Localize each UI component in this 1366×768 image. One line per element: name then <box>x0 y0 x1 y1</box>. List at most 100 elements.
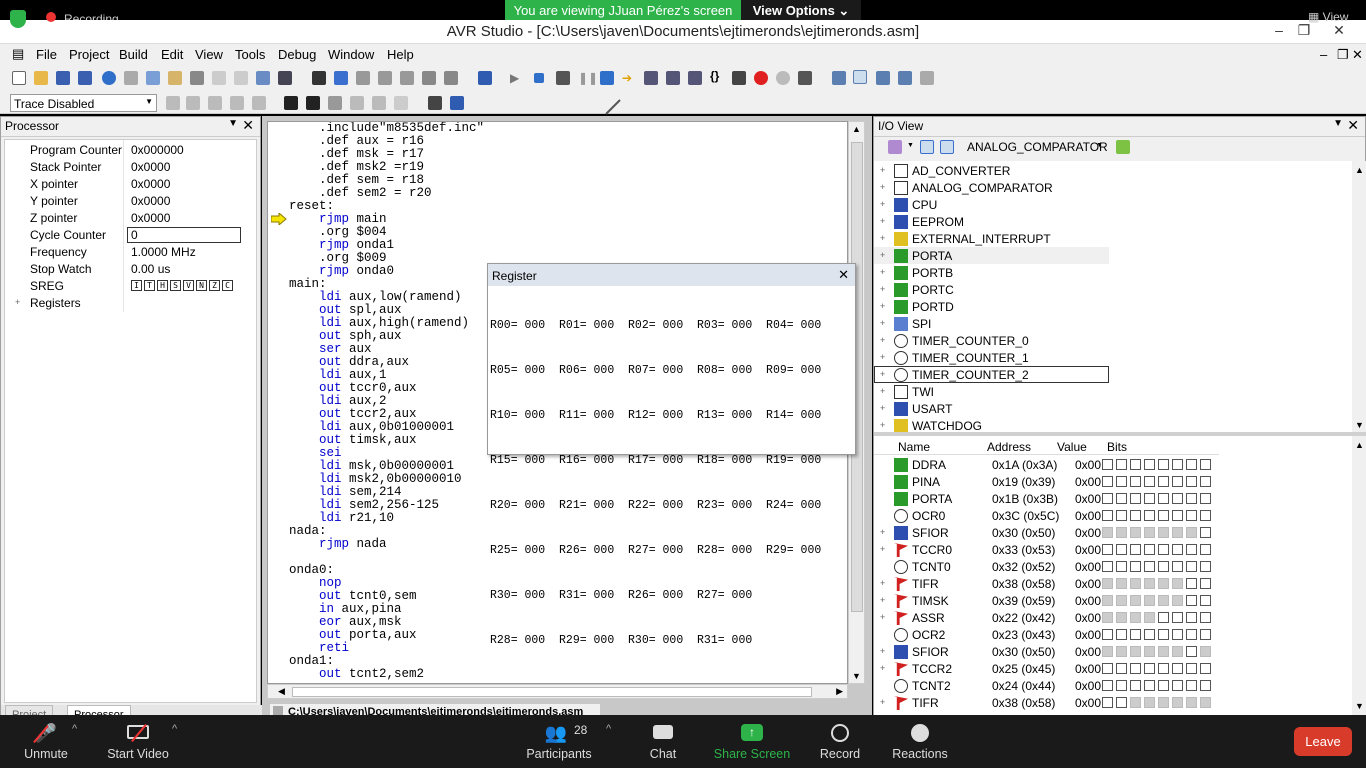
bit-checkbox[interactable] <box>1158 612 1169 623</box>
options-icon[interactable] <box>920 71 934 85</box>
run-icon[interactable]: ▶ <box>510 71 524 85</box>
module-select[interactable]: ANALOG_COMPARATOR ▼ <box>964 138 1108 156</box>
bit-checkbox[interactable] <box>1130 629 1141 640</box>
view-options-button[interactable]: View Options ⌄ <box>741 0 861 22</box>
bit-checkbox[interactable] <box>1144 680 1155 691</box>
scroll-right-icon[interactable]: ▶ <box>836 686 843 697</box>
io-register-row[interactable]: + ASSR 0x22 (0x42) 0x00 <box>874 609 1219 626</box>
start-video-button[interactable]: Start Video <box>104 715 172 768</box>
bit-checkbox[interactable] <box>1186 663 1197 674</box>
sreg-bit[interactable]: V <box>183 280 194 291</box>
bit-checkbox[interactable] <box>1102 493 1113 504</box>
expand-icon[interactable]: + <box>880 612 885 622</box>
filter-icon[interactable] <box>888 140 902 154</box>
io-tree-item[interactable]: + PORTC <box>874 281 1109 298</box>
view-button[interactable]: ▦ View <box>1308 10 1348 24</box>
filter-dropdown-icon[interactable]: ▼ <box>907 142 914 149</box>
pause-icon[interactable]: ❚❚ <box>578 71 598 85</box>
menu-file[interactable]: File <box>36 47 57 62</box>
bit-checkbox[interactable] <box>1186 561 1197 572</box>
bit-checkbox[interactable] <box>1186 680 1197 691</box>
bit-checkbox[interactable] <box>1102 510 1113 521</box>
bit-checkbox[interactable] <box>1186 459 1197 470</box>
io-register-row[interactable]: + TIFR 0x38 (0x58) 0x00 <box>874 575 1219 592</box>
scroll-up-icon[interactable]: ▲ <box>852 124 861 134</box>
bit-checkbox[interactable] <box>1186 612 1197 623</box>
bit-checkbox[interactable] <box>1102 459 1113 470</box>
expand-icon[interactable]: + <box>880 595 885 605</box>
bit-checkbox[interactable] <box>1102 697 1113 708</box>
bit-checkbox[interactable] <box>1116 680 1127 691</box>
bit-checkbox[interactable] <box>1144 510 1155 521</box>
expand-icon[interactable]: + <box>880 352 885 362</box>
bit-checkbox[interactable] <box>1158 510 1169 521</box>
bit-checkbox[interactable] <box>1200 561 1211 572</box>
io-register-row[interactable]: TCNT2 0x24 (0x44) 0x00 <box>874 677 1219 694</box>
bit-checkbox[interactable] <box>1130 459 1141 470</box>
outdent-icon[interactable] <box>444 71 458 85</box>
bit-checkbox[interactable] <box>1158 680 1169 691</box>
bit-checkbox[interactable] <box>1130 544 1141 555</box>
bookmark-icon[interactable] <box>334 71 348 85</box>
bit-checkbox[interactable] <box>1200 629 1211 640</box>
io-tree-item[interactable]: + USART <box>874 400 1109 417</box>
bit-checkbox[interactable] <box>1116 493 1127 504</box>
bit-checkbox[interactable] <box>1200 680 1211 691</box>
reset-icon[interactable] <box>556 71 570 85</box>
bit-checkbox[interactable] <box>1116 663 1127 674</box>
bit-checkbox[interactable] <box>1200 663 1211 674</box>
bit-checkbox[interactable] <box>1130 510 1141 521</box>
participants-options-icon[interactable]: ^ <box>606 723 611 735</box>
menu-tools[interactable]: Tools <box>235 47 265 62</box>
expand-icon[interactable]: + <box>880 420 885 430</box>
bit-checkbox[interactable] <box>1172 612 1183 623</box>
panel-dropdown-icon[interactable]: ▼ <box>228 118 238 129</box>
expand-icon[interactable]: + <box>880 301 885 311</box>
io-register-row[interactable]: + TCCR2 0x25 (0x45) 0x00 <box>874 660 1219 677</box>
expand-icon[interactable]: + <box>880 182 885 192</box>
io-register-row[interactable]: + SFIOR 0x30 (0x50) 0x00 <box>874 524 1219 541</box>
bit-checkbox[interactable] <box>1172 510 1183 521</box>
sreg-bit[interactable]: N <box>196 280 207 291</box>
bit-checkbox[interactable] <box>1200 544 1211 555</box>
bit-checkbox[interactable] <box>1172 680 1183 691</box>
paste-icon[interactable] <box>168 71 182 85</box>
app-menu-icon[interactable]: ▤ <box>12 46 24 62</box>
register-window-icon[interactable] <box>853 70 867 84</box>
video-options-icon[interactable]: ^ <box>172 723 177 735</box>
io-tree-item[interactable]: + TIMER_COUNTER_2 <box>874 366 1109 383</box>
bit-checkbox[interactable] <box>1116 544 1127 555</box>
panel-dropdown-icon[interactable]: ▼ <box>1333 118 1343 129</box>
chip-icon[interactable] <box>328 96 342 110</box>
editor-tab[interactable]: C:\Users\javen\Documents\ejtimeronds\ejt… <box>270 704 600 715</box>
processor-row-registers[interactable]: + Registers <box>9 295 259 312</box>
io-tree-item[interactable]: + TIMER_COUNTER_0 <box>874 332 1109 349</box>
build-icon[interactable] <box>478 71 492 85</box>
bit-checkbox[interactable] <box>1102 561 1113 572</box>
trace-select[interactable]: Trace Disabled ▼ <box>10 94 157 112</box>
menu-window[interactable]: Window <box>328 47 374 62</box>
record-button[interactable]: Record <box>815 715 865 768</box>
trace-icon-5[interactable] <box>252 96 266 110</box>
breakpoint-icon[interactable] <box>754 71 768 85</box>
bit-checkbox[interactable] <box>1144 544 1155 555</box>
expand-icon[interactable]: + <box>15 297 20 307</box>
find-icon[interactable] <box>312 71 326 85</box>
list-view-icon[interactable] <box>940 140 954 154</box>
scroll-down-icon[interactable]: ▼ <box>1355 701 1364 711</box>
bit-checkbox[interactable] <box>1158 493 1169 504</box>
io-tree-item[interactable]: + CPU <box>874 196 1109 213</box>
window-icon[interactable] <box>256 71 270 85</box>
bit-checkbox[interactable] <box>1102 476 1113 487</box>
trace-icon-2[interactable] <box>186 96 200 110</box>
expand-icon[interactable]: + <box>880 646 885 656</box>
mdi-minimize-button[interactable]: – <box>1320 47 1327 62</box>
step-over-icon[interactable] <box>644 71 658 85</box>
bookmark-prev-icon[interactable] <box>378 71 392 85</box>
bit-checkbox[interactable] <box>1144 476 1155 487</box>
io-tree-item[interactable]: + TWI <box>874 383 1109 400</box>
bit-checkbox[interactable] <box>1116 697 1127 708</box>
io-tree-item[interactable]: + EEPROM <box>874 213 1109 230</box>
bit-checkbox[interactable] <box>1102 629 1113 640</box>
undo-icon[interactable] <box>212 71 226 85</box>
